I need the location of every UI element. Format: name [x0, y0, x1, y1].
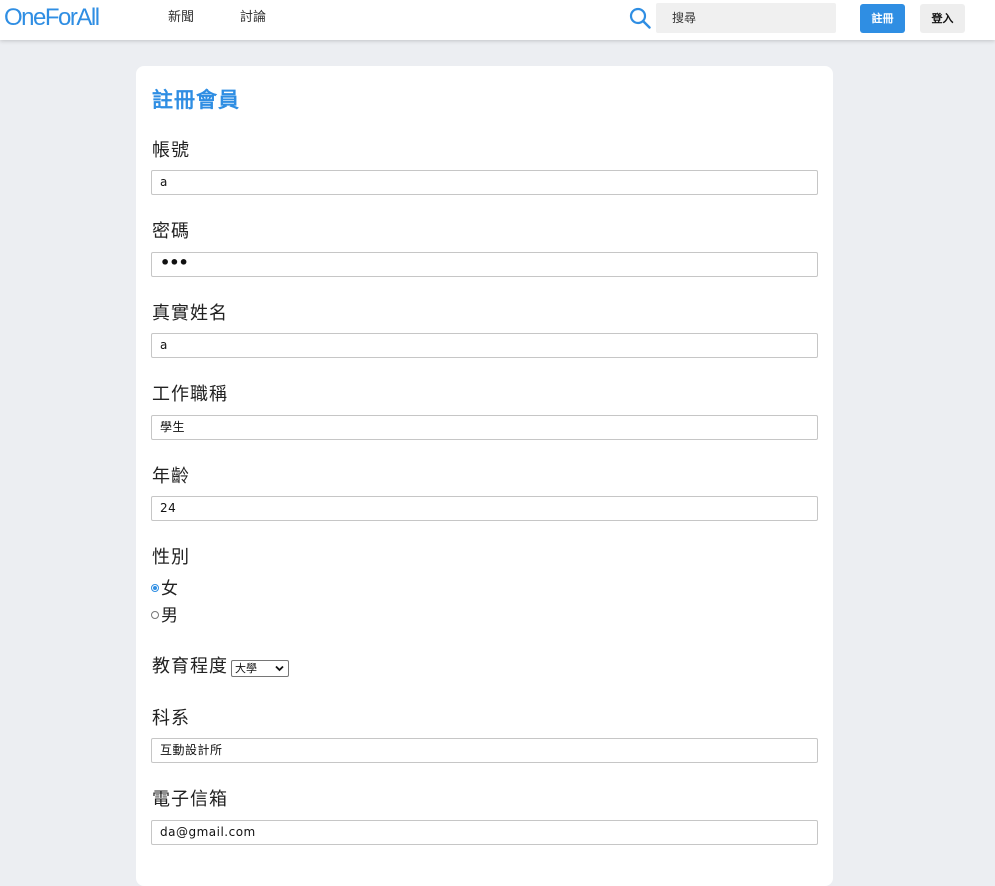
- job-title-label: 工作職稱: [152, 384, 228, 405]
- education-label: 教育程度: [152, 656, 228, 677]
- education-select[interactable]: 大學: [231, 660, 289, 677]
- gender-option-female[interactable]: 女: [151, 579, 178, 599]
- gender-option-male[interactable]: 男: [151, 606, 178, 626]
- email-label: 電子信箱: [152, 789, 228, 810]
- gender-option-label: 男: [161, 606, 178, 626]
- realname-input[interactable]: a: [151, 333, 818, 358]
- username-input[interactable]: a: [151, 170, 818, 195]
- radio-button-male[interactable]: [151, 611, 159, 619]
- password-label: 密碼: [152, 221, 190, 242]
- password-input[interactable]: •••: [151, 252, 818, 277]
- gender-label: 性別: [152, 547, 190, 568]
- form-title: 註冊會員: [152, 88, 240, 112]
- search-input[interactable]: 搜尋: [656, 3, 836, 33]
- register-button[interactable]: 註冊: [860, 4, 905, 33]
- top-navigation-bar: OneForAll 新聞 討論 搜尋 註冊 登入: [0, 0, 995, 40]
- search-icon[interactable]: [629, 7, 651, 29]
- age-label: 年齡: [152, 466, 190, 487]
- job-title-input[interactable]: 學生: [151, 415, 818, 440]
- nav-link-discussion[interactable]: 討論: [240, 10, 266, 26]
- radio-button-female[interactable]: [151, 584, 159, 592]
- login-button[interactable]: 登入: [920, 4, 965, 33]
- email-input[interactable]: da@gmail.com: [151, 820, 818, 845]
- registration-form-card: 註冊會員 帳號 a 密碼 ••• 真實姓名 a 工作職稱 學生 年齡 24 性別…: [136, 66, 833, 886]
- age-input[interactable]: 24: [151, 496, 818, 521]
- chevron-down-icon: [275, 661, 284, 676]
- realname-label: 真實姓名: [152, 303, 228, 324]
- department-label: 科系: [152, 708, 190, 729]
- department-input[interactable]: 互動設計所: [151, 738, 818, 763]
- nav-link-news[interactable]: 新聞: [168, 10, 194, 26]
- username-label: 帳號: [152, 140, 190, 161]
- gender-option-label: 女: [161, 579, 178, 599]
- site-logo[interactable]: OneForAll: [4, 2, 100, 34]
- education-selected-value: 大學: [235, 662, 257, 675]
